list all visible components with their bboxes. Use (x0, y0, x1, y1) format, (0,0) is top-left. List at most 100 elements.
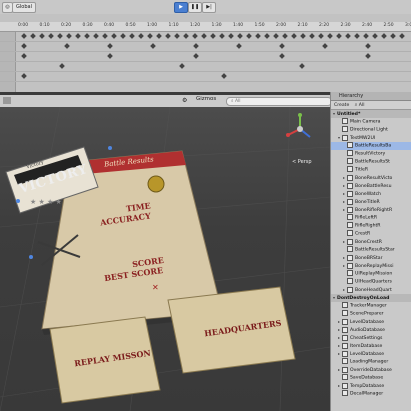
hierarchy-item[interactable]: ▸ LevelDatabase (331, 318, 411, 326)
keyframe-icon[interactable] (174, 33, 180, 39)
hierarchy-item[interactable]: LoadingManager (331, 358, 411, 366)
keyframe-icon[interactable] (179, 63, 185, 69)
hierarchy-item[interactable]: BattleResultsSt (331, 158, 411, 166)
keyframe-icon[interactable] (102, 33, 108, 39)
hierarchy-item[interactable]: ▸ OverrideDatabase (331, 366, 411, 374)
hierarchy-scene-row[interactable]: ▾ Untitled* (331, 110, 411, 118)
keyframe-icon[interactable] (193, 53, 199, 59)
keyframe-icon[interactable] (21, 73, 27, 79)
keyframe-icon[interactable] (345, 33, 351, 39)
keyframe-icon[interactable] (193, 43, 199, 49)
hierarchy-item[interactable]: ▸ BoneCrestR (331, 238, 411, 246)
gear-icon[interactable]: ⚙ (182, 97, 190, 104)
keyframe-icon[interactable] (299, 63, 305, 69)
hierarchy-item[interactable]: BattleResultsBa (331, 142, 411, 150)
scene-search-input[interactable]: ⌕ All (226, 97, 332, 106)
hierarchy-item[interactable]: RifleLeftR (331, 214, 411, 222)
hierarchy-item[interactable]: Main Camera (331, 118, 411, 126)
timeline-track[interactable] (0, 32, 411, 42)
keyframe-icon[interactable] (236, 43, 242, 49)
keyframe-icon[interactable] (156, 33, 162, 39)
hierarchy-item[interactable]: ▾ TestMW2UI (331, 134, 411, 142)
hierarchy-item[interactable]: ▸ BoneBRStar (331, 254, 411, 262)
keyframe-icon[interactable] (221, 73, 227, 79)
hierarchy-item[interactable]: ▸ BoneReplayMissi (331, 262, 411, 270)
hierarchy-search-input[interactable]: ⌕ All (355, 103, 365, 108)
keyframe-icon[interactable] (291, 33, 297, 39)
hierarchy-tab[interactable]: Hierarchy (331, 92, 411, 101)
keyframe-icon[interactable] (255, 33, 261, 39)
keyframe-icon[interactable] (147, 33, 153, 39)
hierarchy-item[interactable]: ▸ BoneHeadQuart (331, 286, 411, 294)
keyframe-icon[interactable] (365, 53, 371, 59)
keyframe-icon[interactable] (93, 33, 99, 39)
keyframe-icon[interactable] (57, 33, 63, 39)
hierarchy-item[interactable]: UIHeadQuarters (331, 278, 411, 286)
hierarchy-item[interactable]: ResultVictory (331, 150, 411, 158)
keyframe-icon[interactable] (21, 33, 27, 39)
keyframe-icon[interactable] (165, 33, 171, 39)
hierarchy-item[interactable]: ▸ LevelDatabase (331, 350, 411, 358)
timeline-track[interactable] (0, 72, 411, 82)
persp-label[interactable]: < Persp (292, 159, 312, 165)
keyframe-icon[interactable] (107, 43, 113, 49)
hierarchy-item[interactable]: Directional Light (331, 126, 411, 134)
keyframe-icon[interactable] (120, 33, 126, 39)
keyframe-icon[interactable] (59, 63, 65, 69)
keyframe-icon[interactable] (327, 33, 333, 39)
hierarchy-item[interactable]: ▸ BoneTitleR (331, 198, 411, 206)
hierarchy-item[interactable]: SaveDatabase (331, 374, 411, 382)
hierarchy-item[interactable]: ▸ ItemDatabase (331, 342, 411, 350)
keyframe-icon[interactable] (107, 53, 113, 59)
hierarchy-item[interactable]: ▸ BoneWatch (331, 190, 411, 198)
hierarchy-item[interactable]: ▸ TempDatabase (331, 382, 411, 390)
keyframe-icon[interactable] (183, 33, 189, 39)
hierarchy-item[interactable]: ▸ CheatSettings (331, 334, 411, 342)
hierarchy-item[interactable]: ▸ BoneResultVicto (331, 174, 411, 182)
keyframe-icon[interactable] (273, 33, 279, 39)
keyframe-icon[interactable] (318, 33, 324, 39)
scene-view[interactable]: ✕ ★ ★ ★ ★ Victory VICTORY Battle Results… (0, 107, 330, 411)
keyframe-icon[interactable] (390, 33, 396, 39)
keyframe-icon[interactable] (75, 33, 81, 39)
keyframe-icon[interactable] (64, 43, 70, 49)
step-button[interactable]: ▶| (202, 2, 216, 13)
hierarchy-scene-row[interactable]: ▾ DontDestroyOnLoad (331, 294, 411, 302)
hierarchy-item[interactable]: TrackerManager (331, 302, 411, 310)
keyframe-icon[interactable] (336, 33, 342, 39)
keyframe-icon[interactable] (279, 53, 285, 59)
keyframe-icon[interactable] (21, 43, 27, 49)
hierarchy-item[interactable]: RifleRightR (331, 222, 411, 230)
hierarchy-item[interactable]: CrestR (331, 230, 411, 238)
create-dropdown[interactable]: Create (334, 103, 349, 108)
hierarchy-item[interactable]: ▸ AudioDatabase (331, 326, 411, 334)
keyframe-icon[interactable] (322, 43, 328, 49)
keyframe-icon[interactable] (372, 33, 378, 39)
keyframe-icon[interactable] (138, 33, 144, 39)
keyframe-icon[interactable] (246, 33, 252, 39)
camera-icon[interactable] (3, 97, 11, 104)
keyframe-icon[interactable] (279, 43, 285, 49)
hierarchy-item[interactable]: TitleR (331, 166, 411, 174)
gizmos-dropdown[interactable]: Gizmos (196, 96, 216, 102)
hierarchy-item[interactable]: BattleResultsStar (331, 246, 411, 254)
keyframe-icon[interactable] (354, 33, 360, 39)
hierarchy-item[interactable]: ▸ BoneRifleRightR (331, 206, 411, 214)
keyframe-icon[interactable] (219, 33, 225, 39)
keyframe-icon[interactable] (363, 33, 369, 39)
hierarchy-item[interactable]: DecalManager (331, 390, 411, 398)
pause-button[interactable]: ❚❚ (188, 2, 202, 13)
keyframe-icon[interactable] (309, 33, 315, 39)
keyframe-icon[interactable] (39, 33, 45, 39)
keyframe-icon[interactable] (66, 33, 72, 39)
keyframe-icon[interactable] (300, 33, 306, 39)
timeline-track[interactable] (0, 62, 411, 72)
global-toggle-button[interactable]: Global (12, 2, 36, 13)
keyframe-icon[interactable] (228, 33, 234, 39)
keyframe-icon[interactable] (210, 33, 216, 39)
play-button[interactable]: ▶ (174, 2, 188, 13)
hierarchy-item[interactable]: ▸ BoneBattleResu (331, 182, 411, 190)
keyframe-icon[interactable] (282, 33, 288, 39)
keyframe-icon[interactable] (264, 33, 270, 39)
keyframe-icon[interactable] (150, 43, 156, 49)
